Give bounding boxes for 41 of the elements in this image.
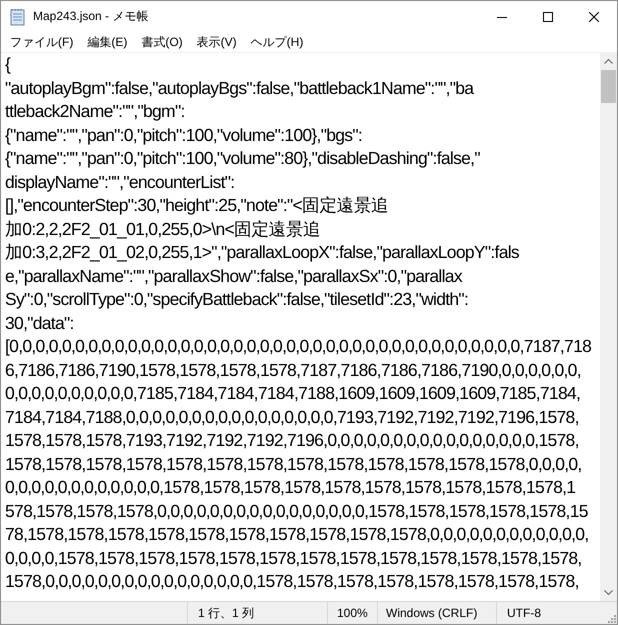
text-line: ttleback2Name":"","bgm": <box>5 100 185 123</box>
text-line: 30,"data": <box>5 312 74 334</box>
resize-grip-icon[interactable] <box>606 613 616 623</box>
text-line: Sy":0,"scrollType":0,"specifyBattleback":false,"tilesetId":23,"width": <box>5 288 468 311</box>
text-line: 0,0,0,0,0,0,0,0,0,0,7185,7184,7184,7184,7188,1609,1609,1609,1609,7185,7184, <box>5 382 580 405</box>
text-line: 7184,7184,7188,0,0,0,0,0,0,0,0,0,0,0,0,0,0,0,0,7193,7192,7192,7192,7196,1578, <box>5 406 579 428</box>
text-line: 1578,0,0,0,0,0,0,0,0,0,0,0,0,0,0,0,0,1578,1578,1578,1578,1578,1578,1578,1578, <box>5 570 579 593</box>
maximize-icon <box>543 12 553 22</box>
text-line: 0,0,0,0,1578,1578,1578,1578,1578,1578,1578,1578,1578,1578,1578,1578,1578, <box>5 546 582 570</box>
vertical-scrollbar[interactable] <box>600 53 617 601</box>
notepad-icon <box>10 8 26 26</box>
scrollbar-thumb[interactable] <box>601 70 616 103</box>
text-line: "autoplayBgm":false,"autoplayBgs":false,"battleback1Name":"","ba <box>5 76 474 100</box>
status-text: 100% <box>337 606 368 620</box>
text-line: 578,1578,1578,1578,0,0,0,0,0,0,0,0,0,0,0,0,0,0,0,0,1578,1578,1578,1578,1578,15 <box>5 500 588 522</box>
text-line: 0,0,0,0,0,0,0,0,0,0,0,0,1578,1578,1578,1578,1578,1578,1578,1578,1578,1578,1 <box>5 476 576 499</box>
menu-item[interactable]: 表示(V) <box>190 34 244 50</box>
scroll-up-icon[interactable] <box>604 59 613 64</box>
text-line: displayName":"","encounterList": <box>5 170 234 194</box>
close-icon <box>589 12 599 22</box>
window-title: Map243.json - メモ帳 <box>33 8 148 25</box>
menu-item[interactable]: 編集(E) <box>80 34 134 50</box>
status-text: UTF-8 <box>507 606 541 620</box>
status-text: 1 行、1 列 <box>198 604 254 622</box>
text-line: 1578,1578,1578,1578,1578,1578,1578,1578,1578,1578,1578,1578,1578,0,0,0,0, <box>5 452 582 476</box>
text-line: { <box>5 53 10 76</box>
text-line: {"name":"","pan":0,"pitch":100,"volume":100},"bgs": <box>5 124 362 147</box>
menu-item[interactable]: ファイル(F) <box>3 34 80 50</box>
scroll-down-icon[interactable] <box>604 590 613 595</box>
text-line: 加0:3,2,2F2_01_02,0,255,1>","parallaxLoopX":false,"parallaxLoopY":fals <box>5 241 519 264</box>
status-text: Windows (CRLF) <box>386 606 478 620</box>
text-line: e,"parallaxName":"","parallaxShow":false,"parallaxSx":0,"parallax <box>5 264 462 288</box>
text-line: 6,7186,7186,7190,1578,1578,1578,1578,7187,7186,7186,7186,7190,0,0,0,0,0,0, <box>5 358 581 382</box>
text-line: 78,1578,1578,1578,1578,1578,1578,1578,1578,1578,1578,0,0,0,0,0,0,0,0,0,0,0,0, <box>5 523 588 546</box>
text-line: 1578,1578,1578,7193,7192,7192,7192,7196,0,0,0,0,0,0,0,0,0,0,0,0,0,0,0,0,1578, <box>5 429 579 452</box>
menu-item[interactable]: 書式(O) <box>134 34 190 50</box>
text-line: [],"encounterStep":30,"height":25,"note":"<固定遠景追 <box>5 194 389 217</box>
text-line: [0,0,0,0,0,0,0,0,0,0,0,0,0,0,0,0,0,0,0,0,0,0,0,0,0,0,0,0,0,0,0,0,0,0,0,0,0,0,0,7187,718 <box>5 335 592 358</box>
text-line: 加0:2,2,2F2_01_01,0,255,0>\n<固定遠景追 <box>5 218 321 240</box>
text-line: {"name":"","pan":0,"pitch":100,"volume":80},"disableDashing":false," <box>5 147 480 170</box>
menu-item[interactable]: ヘルプ(H) <box>244 34 310 50</box>
